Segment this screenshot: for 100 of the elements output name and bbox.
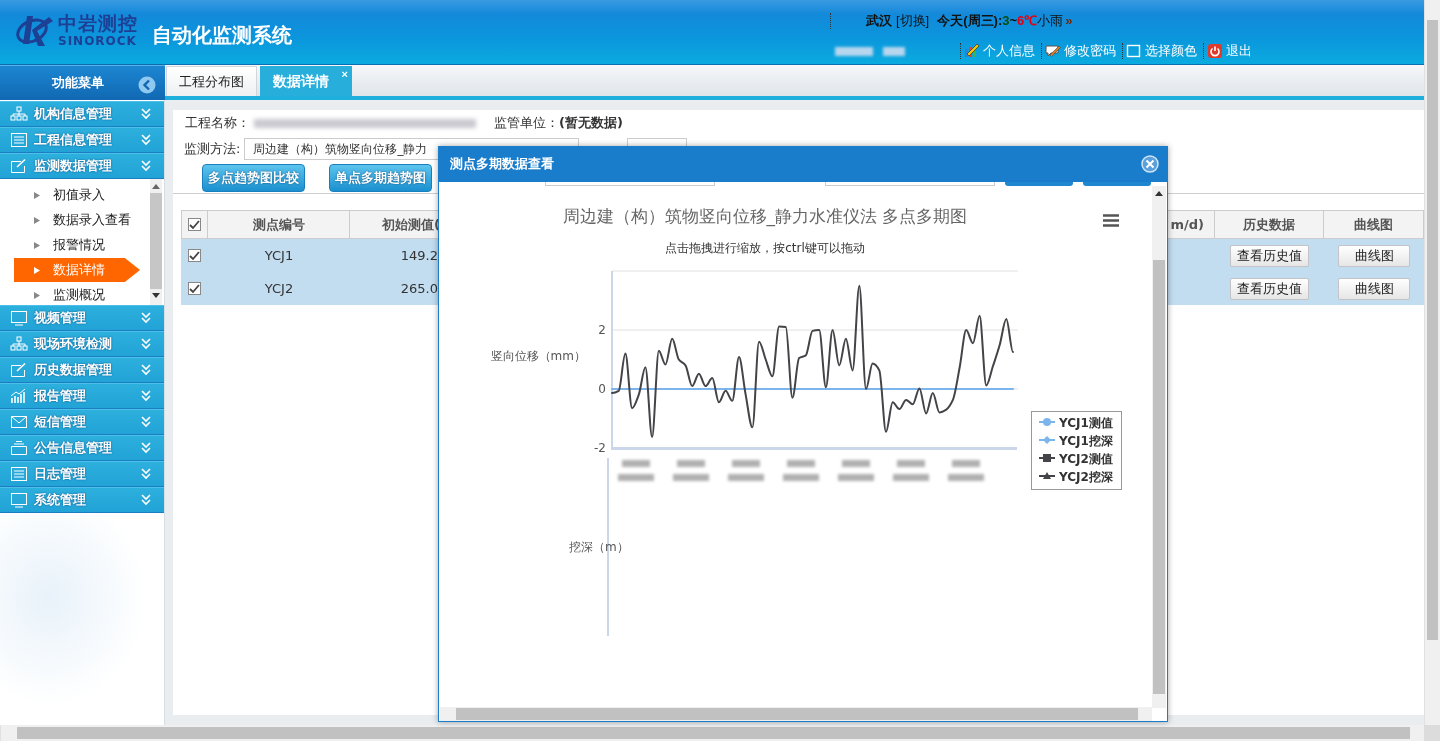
bullet-icon (34, 266, 40, 274)
submenu-item[interactable]: 初值录入 (14, 183, 140, 207)
check-icon (189, 250, 200, 261)
system-title: 自动化监测系统 (152, 25, 292, 45)
curve-button[interactable]: 曲线图 (1338, 244, 1410, 267)
menu-label: 历史数据管理 (34, 361, 112, 379)
menu-label: 日志管理 (34, 465, 86, 483)
double-chevron-icon (141, 416, 151, 428)
axis-title: 挖深（m） (569, 540, 629, 554)
menu-group[interactable]: 现场环境检测 (0, 331, 164, 357)
horizontal-scrollbar[interactable] (440, 707, 1152, 721)
menu-group[interactable]: 工程信息管理 (0, 127, 164, 153)
table-cell: YCJ2 (208, 272, 350, 305)
history-button[interactable]: 查看历史值 (1230, 277, 1309, 300)
monitor-icon (10, 492, 28, 508)
submenu-scrollbar[interactable] (150, 179, 162, 305)
bar-chart-icon (10, 388, 28, 404)
header-link[interactable]: 个人信息 (960, 43, 1041, 59)
submenu-item[interactable]: 报警情况 (14, 233, 140, 257)
check-icon (189, 283, 200, 294)
chart-button[interactable]: 单点多期趋势图 (329, 163, 432, 192)
close-tab-button[interactable]: × (341, 68, 348, 80)
chart-button[interactable]: 多点趋势图比较 (202, 163, 305, 192)
axis-tick-label: 0 (598, 382, 606, 396)
double-chevron-icon (141, 134, 151, 146)
square-outline-icon (1126, 43, 1142, 59)
scrollbar-thumb[interactable] (150, 193, 162, 289)
check-icon (189, 219, 200, 230)
double-chevron-icon (141, 494, 151, 506)
collapse-icon[interactable] (138, 76, 156, 94)
menu-group[interactable]: 日志管理 (0, 461, 164, 487)
menu-label: 报告管理 (34, 387, 86, 405)
envelope-icon (10, 414, 28, 430)
legend-marker (1038, 454, 1056, 462)
curve-button[interactable]: 曲线图 (1338, 277, 1410, 300)
list-icon (10, 466, 28, 482)
column-header: 测点编号 (208, 210, 350, 239)
legend-label[interactable]: YCJ1测值 (1059, 415, 1113, 430)
column-header: 历史数据 (1215, 210, 1324, 239)
logo-text: 中岩测控 (58, 12, 138, 34)
legend-label[interactable]: YCJ2测值 (1059, 451, 1113, 466)
menu-group[interactable]: 机构信息管理 (0, 101, 164, 127)
double-chevron-icon (141, 160, 151, 172)
tab[interactable]: 数据详情 × (260, 66, 352, 96)
menu-group[interactable]: 历史数据管理 (0, 357, 164, 383)
edit-icon (10, 158, 28, 174)
legend-label[interactable]: YCJ1挖深 (1059, 433, 1113, 448)
vertical-scrollbar[interactable] (1152, 186, 1166, 708)
axis-title: 竖向位移（mm） (490, 349, 586, 363)
hierarchy-icon (10, 336, 28, 352)
submenu-item[interactable]: 数据录入查看 (14, 208, 140, 232)
double-chevron-icon (141, 468, 151, 480)
header-link[interactable]: 退出 (1203, 43, 1258, 59)
close-button[interactable] (1141, 155, 1159, 173)
hierarchy-icon (10, 106, 28, 122)
header-link[interactable]: 选择颜色 (1122, 43, 1203, 59)
high-temperature: 6℃ (1017, 13, 1038, 29)
legend-marker (1038, 418, 1056, 426)
profile-edit-icon (964, 43, 980, 59)
checkbox[interactable] (188, 282, 201, 295)
bullet-icon (34, 216, 40, 224)
menu-group[interactable]: 视频管理 (0, 305, 164, 331)
menu-group[interactable]: 短信管理 (0, 409, 164, 435)
history-button[interactable]: 查看历史值 (1230, 244, 1309, 267)
menu-label: 公告信息管理 (34, 439, 112, 457)
close-icon (1141, 155, 1159, 173)
bullet-icon (34, 241, 40, 249)
scroll-up-icon (1155, 191, 1163, 196)
city-name: 武汉 (866, 13, 892, 29)
tab[interactable]: 工程分布图 (166, 66, 257, 96)
legend-label[interactable]: YCJ2挖深 (1059, 469, 1113, 484)
temperature-separator: ~ (1009, 13, 1018, 29)
more-weather-link[interactable]: » (1065, 13, 1073, 29)
scrollbar-thumb[interactable] (1153, 260, 1165, 694)
axis-tick-label: -2 (594, 441, 606, 455)
menu-label: 短信管理 (34, 413, 86, 431)
monitor-icon (10, 310, 28, 326)
submenu-item[interactable]: 监测概况 (14, 283, 140, 305)
menu-group[interactable]: 公告信息管理 (0, 435, 164, 461)
switch-city-link[interactable]: [切换] (896, 13, 930, 29)
blurred-username (835, 46, 873, 56)
legend-marker (1038, 436, 1056, 444)
chart-menu-icon[interactable] (1103, 215, 1119, 226)
scroll-up-icon (152, 184, 160, 189)
submenu-item[interactable]: 数据详情 (14, 258, 140, 282)
bullet-icon (34, 291, 40, 299)
scrollbar-thumb[interactable] (17, 727, 1410, 739)
scrollbar-thumb[interactable] (456, 708, 1138, 720)
checkbox[interactable] (188, 249, 201, 262)
logo-subtext: SINOROCK (58, 33, 138, 48)
table-cell: YCJ1 (208, 239, 350, 272)
scroll-down-icon (152, 293, 160, 298)
scrollbar-thumb[interactable] (1427, 20, 1438, 640)
blurred-username (883, 46, 905, 56)
header-link[interactable]: 修改密码 (1041, 43, 1122, 59)
menu-group[interactable]: 报告管理 (0, 383, 164, 409)
menu-group[interactable]: 监测数据管理 (0, 153, 164, 179)
menu-group[interactable]: 系统管理 (0, 487, 164, 513)
menu-label: 监测数据管理 (34, 157, 112, 175)
checkbox[interactable] (188, 218, 201, 231)
